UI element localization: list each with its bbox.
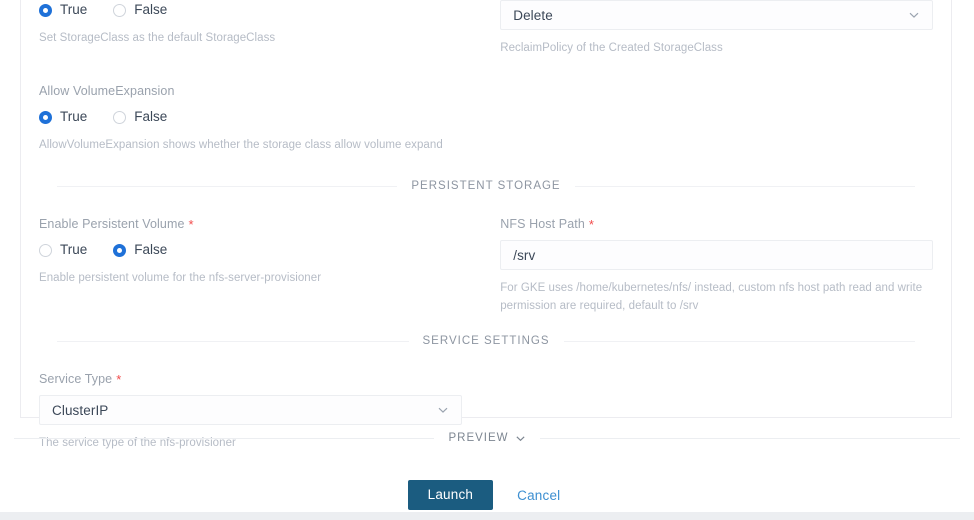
radio-label: False bbox=[134, 109, 168, 124]
form-row-storage-defaults: True False Set StorageClass as the defau… bbox=[39, 0, 933, 57]
reclaim-policy-select[interactable]: Delete bbox=[500, 0, 933, 30]
default-storage-class-radio-group[interactable]: True False bbox=[39, 0, 462, 20]
chevron-down-icon bbox=[908, 9, 920, 21]
field-default-storage-class: True False Set StorageClass as the defau… bbox=[39, 0, 486, 57]
cancel-button[interactable]: Cancel bbox=[511, 488, 566, 503]
divider-line-left bbox=[14, 437, 435, 439]
radio-label: True bbox=[60, 2, 88, 17]
enable-persistent-volume-radio-group[interactable]: True False bbox=[39, 240, 462, 260]
nfs-host-path-input[interactable]: /srv bbox=[500, 240, 933, 270]
section-divider-persistent-storage: PERSISTENT STORAGE bbox=[39, 180, 933, 192]
section-divider-service-settings: SERVICE SETTINGS bbox=[39, 335, 933, 347]
divider-line-left bbox=[57, 185, 398, 187]
nfs-host-path-value: /srv bbox=[513, 247, 536, 263]
divider-line-right bbox=[574, 185, 915, 187]
footer-band bbox=[0, 512, 974, 520]
allow-volume-expansion-help: AllowVolumeExpansion shows whether the s… bbox=[39, 139, 443, 151]
section-title-service-settings: SERVICE SETTINGS bbox=[422, 335, 550, 347]
required-asterisk: * bbox=[188, 217, 194, 232]
label-text: Service Type bbox=[39, 372, 113, 386]
required-asterisk: * bbox=[588, 217, 595, 232]
radio-default-storage-class-false[interactable]: False bbox=[113, 2, 167, 18]
service-type-select[interactable]: ClusterIP bbox=[39, 395, 463, 425]
radio-allow-volume-expansion-true[interactable]: True bbox=[39, 109, 87, 125]
reclaim-policy-help: ReclaimPolicy of the Created StorageClas… bbox=[500, 42, 723, 54]
reclaim-policy-value: Delete bbox=[513, 7, 553, 23]
form-row-volume-expansion: Allow VolumeExpansion True False AllowVo… bbox=[39, 83, 933, 154]
nfs-host-path-help: For GKE uses /home/kubernetes/nfs/ inste… bbox=[500, 282, 923, 312]
field-enable-persistent-volume: Enable Persistent Volume * True False Ena… bbox=[39, 216, 486, 315]
radio-label: False bbox=[134, 242, 168, 257]
radio-dot-icon bbox=[113, 110, 127, 124]
preview-label-group: PREVIEW bbox=[448, 432, 525, 444]
launch-form-card: True False Set StorageClass as the defau… bbox=[20, 0, 952, 449]
form-body: True False Set StorageClass as the defau… bbox=[39, 0, 933, 452]
radio-enable-persistent-volume-false[interactable]: False bbox=[113, 242, 167, 258]
preview-label: PREVIEW bbox=[448, 432, 509, 444]
divider-line-right bbox=[563, 340, 916, 342]
radio-dot-icon bbox=[39, 110, 52, 124]
enable-persistent-volume-label: Enable Persistent Volume * bbox=[39, 216, 462, 232]
divider-line-right bbox=[539, 437, 961, 439]
label-text: Enable Persistent Volume bbox=[39, 217, 185, 231]
label-text: NFS Host Path bbox=[500, 217, 585, 231]
radio-label: True bbox=[60, 242, 88, 257]
chevron-down-icon bbox=[437, 404, 449, 416]
service-type-label: Service Type * bbox=[39, 371, 462, 387]
radio-dot-icon bbox=[39, 3, 52, 17]
form-action-bar: Launch Cancel bbox=[0, 478, 974, 512]
launch-button[interactable]: Launch bbox=[407, 480, 494, 510]
field-reclaim-policy: Delete ReclaimPolicy of the Created Stor… bbox=[486, 0, 933, 57]
radio-dot-icon bbox=[113, 3, 127, 17]
field-nfs-host-path: NFS Host Path * /srv For GKE uses /home/k… bbox=[486, 216, 933, 315]
radio-enable-persistent-volume-true[interactable]: True bbox=[39, 242, 87, 258]
radio-allow-volume-expansion-false[interactable]: False bbox=[113, 109, 167, 125]
section-title-persistent-storage: PERSISTENT STORAGE bbox=[411, 180, 561, 192]
nfs-host-path-label: NFS Host Path * bbox=[500, 216, 933, 232]
field-allow-volume-expansion: Allow VolumeExpansion True False AllowVo… bbox=[39, 83, 486, 154]
chevron-down-icon bbox=[515, 433, 526, 444]
divider-line-left bbox=[57, 340, 409, 342]
service-type-value: ClusterIP bbox=[52, 402, 109, 418]
radio-default-storage-class-true[interactable]: True bbox=[39, 2, 87, 18]
allow-volume-expansion-label: Allow VolumeExpansion bbox=[39, 84, 175, 98]
allow-volume-expansion-radio-group[interactable]: True False bbox=[39, 107, 462, 127]
form-row-persistent-storage: Enable Persistent Volume * True False Ena… bbox=[39, 216, 933, 315]
radio-label: False bbox=[134, 2, 168, 17]
preview-toggle[interactable]: PREVIEW bbox=[14, 432, 961, 444]
radio-label: True bbox=[60, 109, 88, 124]
default-storage-class-help: Set StorageClass as the default StorageC… bbox=[39, 32, 276, 44]
required-asterisk: * bbox=[116, 372, 122, 387]
radio-dot-icon bbox=[113, 243, 127, 257]
spacer-cell bbox=[486, 83, 933, 154]
enable-persistent-volume-help: Enable persistent volume for the nfs-ser… bbox=[39, 272, 322, 284]
radio-dot-icon bbox=[39, 243, 52, 257]
